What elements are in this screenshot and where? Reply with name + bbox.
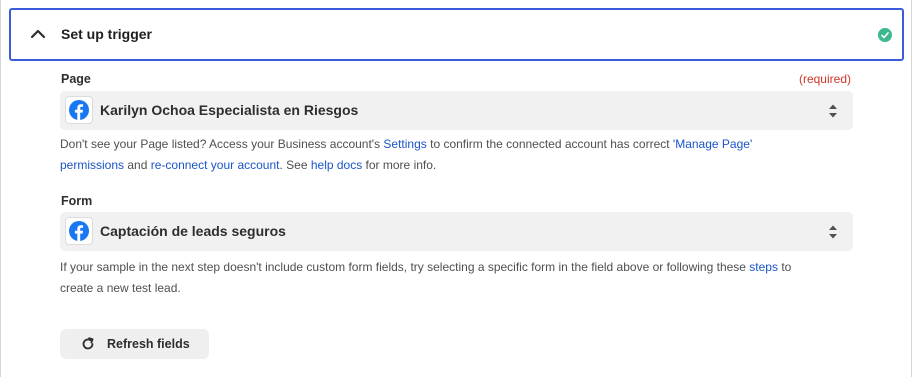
section-title: Set up trigger bbox=[61, 26, 153, 42]
updown-arrows-icon bbox=[828, 224, 838, 240]
setup-trigger-panel: Set up trigger Page (required) Karilyn O… bbox=[0, 0, 912, 377]
chevron-up-icon[interactable] bbox=[27, 23, 49, 45]
form-field-label: Form bbox=[61, 194, 93, 208]
page-help-text: Don't see your Page listed? Access your … bbox=[60, 137, 753, 172]
page-select-value: Karilyn Ochoa Especialista en Riesgos bbox=[100, 102, 359, 118]
page-select[interactable]: Karilyn Ochoa Especialista en Riesgos bbox=[60, 91, 853, 130]
updown-arrows-icon bbox=[828, 103, 838, 119]
refresh-icon bbox=[81, 337, 95, 351]
refresh-fields-button[interactable]: Refresh fields bbox=[60, 329, 209, 359]
reconnect-account-link[interactable]: re-connect your account bbox=[151, 158, 280, 172]
manage-page-link[interactable]: 'Manage Page' bbox=[673, 137, 752, 151]
form-select-value: Captación de leads seguros bbox=[100, 223, 286, 239]
check-circle-icon bbox=[878, 28, 892, 42]
refresh-fields-label: Refresh fields bbox=[107, 337, 190, 351]
page-field-label: Page bbox=[61, 72, 91, 86]
help-docs-link[interactable]: help docs bbox=[311, 158, 362, 172]
steps-link[interactable]: steps bbox=[749, 260, 778, 274]
settings-link[interactable]: Settings bbox=[383, 137, 426, 151]
form-help-text: If your sample in the next step doesn't … bbox=[60, 260, 792, 295]
form-select[interactable]: Captación de leads seguros bbox=[60, 212, 853, 251]
permissions-link[interactable]: permissions bbox=[60, 158, 124, 172]
facebook-icon bbox=[65, 96, 93, 124]
required-indicator: (required) bbox=[798, 72, 851, 86]
facebook-icon bbox=[65, 217, 93, 245]
section-header[interactable]: Set up trigger bbox=[9, 8, 904, 61]
